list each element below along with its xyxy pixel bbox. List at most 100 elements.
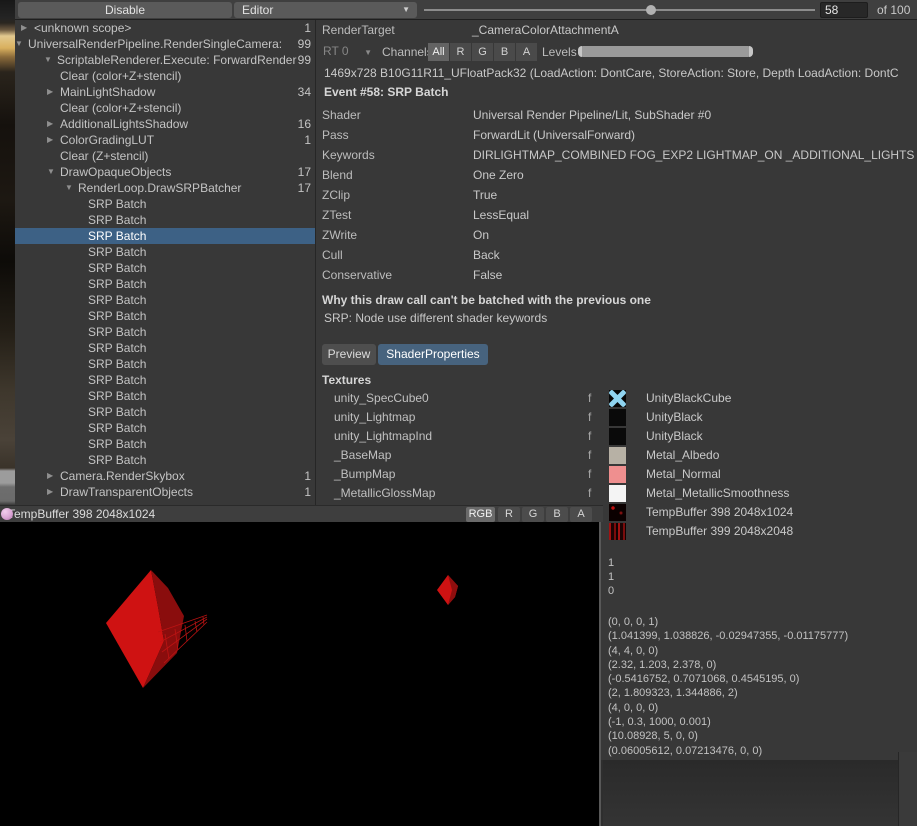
tree-item[interactable]: ▼UniversalRenderPipeline.RenderSingleCam…: [15, 36, 315, 52]
tree-item[interactable]: SRP Batch: [15, 292, 315, 308]
detail-label: Keywords: [322, 145, 375, 165]
tree-item[interactable]: ▶ColorGradingLUT1: [15, 132, 315, 148]
chevron-down-icon[interactable]: ▼: [65, 180, 78, 196]
chevron-right-icon[interactable]: ▶: [47, 132, 60, 148]
batch-break-reason: SRP: Node use different shader keywords: [324, 311, 547, 325]
preview-channel-button-g[interactable]: G: [522, 507, 544, 522]
tree-item[interactable]: SRP Batch: [15, 372, 315, 388]
texture-row[interactable]: unity_LightmapIndfUnityBlack: [316, 427, 917, 446]
chevron-down-icon[interactable]: ▼: [47, 164, 60, 180]
preview-channel-button-r[interactable]: R: [498, 507, 520, 522]
tree-item[interactable]: Clear (Z+stencil): [15, 148, 315, 164]
detail-value: LessEqual: [473, 205, 529, 225]
preview-channel-button-b[interactable]: B: [546, 507, 568, 522]
tree-item-label: SRP Batch: [88, 421, 146, 435]
tree-item[interactable]: ▼DrawOpaqueObjects17: [15, 164, 315, 180]
tree-item-count: 17: [298, 180, 311, 196]
texture-asset-label: UnityBlack: [646, 427, 703, 446]
tab-shaderproperties[interactable]: ShaderProperties: [378, 344, 488, 365]
tree-item[interactable]: SRP Batch: [15, 404, 315, 420]
batch-break-title: Why this draw call can't be batched with…: [322, 293, 651, 307]
tree-item[interactable]: ▶MainLightShadow34: [15, 84, 315, 100]
vector-value: (2.32, 1.203, 2.378, 0): [608, 658, 848, 672]
chevron-right-icon[interactable]: ▶: [47, 84, 60, 100]
tree-item[interactable]: SRP Batch: [15, 324, 315, 340]
tree-item[interactable]: SRP Batch: [15, 388, 315, 404]
tree-item-label: SRP Batch: [88, 373, 146, 387]
tree-item[interactable]: ▶Camera.RenderSkybox1: [15, 468, 315, 484]
chevron-down-icon: ▼: [402, 2, 410, 18]
tree-item[interactable]: Clear (color+Z+stencil): [15, 100, 315, 116]
preview-channel-button-rgb[interactable]: RGB: [466, 507, 495, 522]
vector-value: (0, 0, 0, 1): [608, 615, 848, 629]
tree-item-label: Clear (color+Z+stencil): [60, 101, 181, 115]
tree-item[interactable]: SRP Batch: [15, 196, 315, 212]
channel-button-r[interactable]: R: [450, 43, 471, 61]
texture-row[interactable]: _BaseMapfMetal_Albedo: [316, 446, 917, 465]
tree-item[interactable]: SRP Batch: [15, 452, 315, 468]
texture-row[interactable]: unity_SpecCube0fUnityBlackCube: [316, 389, 917, 408]
disable-button[interactable]: Disable: [18, 2, 232, 18]
frame-number-input[interactable]: [820, 2, 868, 18]
tree-item[interactable]: ▼RenderLoop.DrawSRPBatcher17: [15, 180, 315, 196]
rt-index-dropdown[interactable]: RT 0 ▼: [318, 43, 376, 60]
tree-item[interactable]: SRP Batch: [15, 228, 315, 244]
channel-button-b[interactable]: B: [494, 43, 515, 61]
tree-item[interactable]: Clear (color+Z+stencil): [15, 68, 315, 84]
chevron-down-icon[interactable]: ▼: [44, 52, 57, 68]
channel-button-a[interactable]: A: [516, 43, 537, 61]
channel-button-all[interactable]: All: [428, 43, 449, 61]
render-target-value: _CameraColorAttachmentA: [472, 23, 619, 37]
frame-debugger-toolbar: Disable Editor ▼ of 100: [15, 0, 917, 20]
tree-item[interactable]: SRP Batch: [15, 308, 315, 324]
tree-item[interactable]: ▶AdditionalLightsShadow16: [15, 116, 315, 132]
frame-slider-handle[interactable]: [646, 5, 656, 15]
preview-channel-button-a[interactable]: A: [570, 507, 592, 522]
tab-preview[interactable]: Preview: [322, 344, 376, 365]
frame-slider[interactable]: [424, 9, 815, 11]
vector-value: (4, 4, 0, 0): [608, 644, 848, 658]
tree-item-count: 1: [304, 484, 311, 500]
texture-thumbnail[interactable]: [609, 390, 626, 407]
tree-item[interactable]: SRP Batch: [15, 420, 315, 436]
chevron-right-icon[interactable]: ▶: [47, 468, 60, 484]
texture-flag: f: [588, 446, 591, 465]
texture-preview-header[interactable]: TempBuffer 398 2048x1024 RGBRGBA: [0, 505, 603, 522]
texture-row[interactable]: _MetallicGlossMapfMetal_MetallicSmoothne…: [316, 484, 917, 503]
chevron-down-icon[interactable]: ▼: [15, 36, 28, 52]
texture-thumbnail[interactable]: [609, 523, 626, 540]
chevron-right-icon[interactable]: ▶: [21, 20, 34, 36]
chevron-right-icon[interactable]: ▶: [47, 484, 60, 500]
tree-item[interactable]: SRP Batch: [15, 356, 315, 372]
shadowmap-preview-image: [0, 522, 601, 826]
vector-value: (4, 0, 0, 0): [608, 701, 848, 715]
texture-thumbnail[interactable]: [609, 485, 626, 502]
tree-item[interactable]: SRP Batch: [15, 340, 315, 356]
tree-item-label: Camera.RenderSkybox: [60, 469, 185, 483]
tree-item[interactable]: ▶DrawTransparentObjects1: [15, 484, 315, 500]
tree-item[interactable]: SRP Batch: [15, 212, 315, 228]
texture-row[interactable]: _BumpMapfMetal_Normal: [316, 465, 917, 484]
tree-item[interactable]: SRP Batch: [15, 276, 315, 292]
tree-item[interactable]: SRP Batch: [15, 260, 315, 276]
detail-label: Cull: [322, 245, 343, 265]
texture-thumbnail[interactable]: [609, 504, 626, 521]
tree-item-label: ScriptableRenderer.Execute: ForwardRende…: [57, 53, 296, 67]
tree-item[interactable]: SRP Batch: [15, 436, 315, 452]
texture-thumbnail[interactable]: [609, 466, 626, 483]
detail-value: One Zero: [473, 165, 524, 185]
detail-label: ZClip: [322, 185, 350, 205]
texture-thumbnail[interactable]: [609, 447, 626, 464]
target-select-dropdown[interactable]: Editor ▼: [234, 2, 417, 18]
channel-button-g[interactable]: G: [472, 43, 493, 61]
tree-item-label: SRP Batch: [88, 389, 146, 403]
vertical-scrollbar[interactable]: [898, 752, 917, 826]
levels-range-slider[interactable]: [578, 46, 753, 57]
tree-item[interactable]: SRP Batch: [15, 244, 315, 260]
texture-thumbnail[interactable]: [609, 409, 626, 426]
tree-item[interactable]: ▶<unknown scope>1: [15, 20, 315, 36]
tree-item[interactable]: ▼ScriptableRenderer.Execute: ForwardRend…: [15, 52, 315, 68]
texture-row[interactable]: unity_LightmapfUnityBlack: [316, 408, 917, 427]
chevron-right-icon[interactable]: ▶: [47, 116, 60, 132]
texture-thumbnail[interactable]: [609, 428, 626, 445]
